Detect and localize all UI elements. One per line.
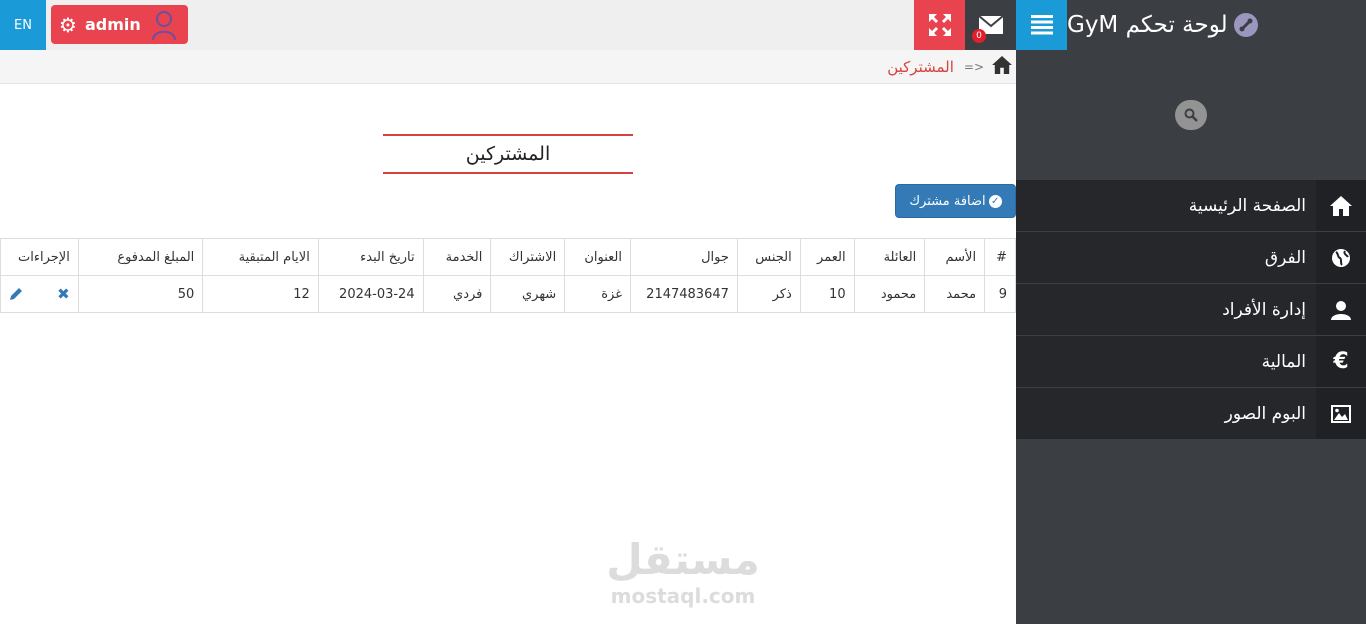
table-cell: 2147483647 [630,275,738,313]
messages-button[interactable]: 0 [965,0,1016,50]
column-header[interactable]: الإجراءات [0,238,79,276]
table-cell: فردي [422,275,492,313]
sidebar-item-label: إدارة الأفراد [1222,299,1306,320]
breadcrumb-current[interactable]: المشتركين [887,58,954,76]
sidebar-item-gallery[interactable]: البوم الصور [1016,388,1366,440]
column-header[interactable]: الايام المتبقية [202,238,319,276]
picture-icon [1316,388,1366,439]
messages-badge: 0 [972,29,986,43]
search-button[interactable] [1175,100,1207,130]
gear-icon: ⚙ [59,12,77,37]
avatar [152,11,176,40]
table-cell: 12 [202,275,319,313]
table-cell: 10 [799,275,855,313]
sidebar-item-label: الصفحة الرئيسية [1188,195,1306,216]
sidebar-item-label: البوم الصور [1224,403,1306,424]
sidebar-item-label: الفرق [1264,247,1306,268]
column-header[interactable]: الأسم [924,238,986,276]
fullscreen-button[interactable] [914,0,965,50]
search-icon [1184,108,1198,122]
table-cell: شهري [490,275,566,313]
table-row: 9 محمد محمود 10 ذكر 2147483647 غزة شهري … [0,275,1016,313]
sidebar: الصفحة الرئيسية الفرق إدارة الأفراد € ال… [1016,50,1366,624]
watermark-arabic: مستقل [606,535,760,584]
euro-icon: € [1316,336,1366,387]
globe-icon [1316,232,1366,283]
watermark-latin: mostaql.com [610,584,756,608]
sidebar-item-teams[interactable]: الفرق [1016,232,1366,284]
table-header-row: # الأسم العائلة العمر الجنس جوال العنوان… [0,238,1016,276]
subscribers-table: # الأسم العائلة العمر الجنس جوال العنوان… [0,238,1016,313]
column-header[interactable]: العائلة [853,238,926,276]
check-circle-icon: ✓ [988,194,1002,208]
home-icon [1316,180,1366,231]
sidebar-item-finance[interactable]: € المالية [1016,336,1366,388]
actions-cell: ✖ [0,275,79,313]
table-cell: 9 [984,275,1016,313]
add-subscriber-label: اضافة مشترك [909,193,986,209]
home-icon[interactable] [992,55,1012,78]
column-header[interactable]: # [984,238,1016,276]
table-cell: غزة [564,275,632,313]
table-cell: محمد [924,275,986,313]
brand-title: لوحة تحكم GyM [1067,12,1228,38]
column-header[interactable]: جوال [630,238,738,276]
watermark: مستقل mostaql.com [600,535,766,607]
user-icon [1316,284,1366,335]
breadcrumb: المشتركين => [0,50,1016,84]
sidebar-item-members[interactable]: إدارة الأفراد [1016,284,1366,336]
column-header[interactable]: العنوان [564,238,632,276]
table-cell: 2024-03-24 [317,275,424,313]
table-cell: محمود [853,275,926,313]
table-cell: 50 [77,275,204,313]
admin-menu-button[interactable]: ⚙ admin [51,5,188,44]
breadcrumb-separator: => [963,59,984,74]
edit-icon[interactable] [9,287,23,305]
table-cell: ذكر [736,275,801,313]
sidebar-toggle-button[interactable] [1016,0,1067,50]
sidebar-nav: الصفحة الرئيسية الفرق إدارة الأفراد € ال… [1016,180,1366,440]
column-header[interactable]: الخدمة [422,238,492,276]
dumbbell-icon [1233,13,1258,37]
brand[interactable]: لوحة تحكم GyM [1067,0,1366,50]
expand-icon [928,14,951,36]
sidebar-item-label: المالية [1261,351,1306,372]
language-toggle[interactable]: EN [0,0,46,50]
delete-icon[interactable]: ✖ [57,285,70,303]
menu-icon [1030,15,1053,35]
column-header[interactable]: الاشتراك [490,238,566,276]
admin-label: admin [84,15,141,34]
column-header[interactable]: المبلغ المدفوع [77,238,204,276]
page-title: المشتركين [383,134,633,174]
column-header[interactable]: تاريخ البدء [317,238,424,276]
column-header[interactable]: العمر [799,238,855,276]
column-header[interactable]: الجنس [736,238,801,276]
add-subscriber-button[interactable]: ✓ اضافة مشترك [895,184,1016,218]
sidebar-item-home[interactable]: الصفحة الرئيسية [1016,180,1366,232]
